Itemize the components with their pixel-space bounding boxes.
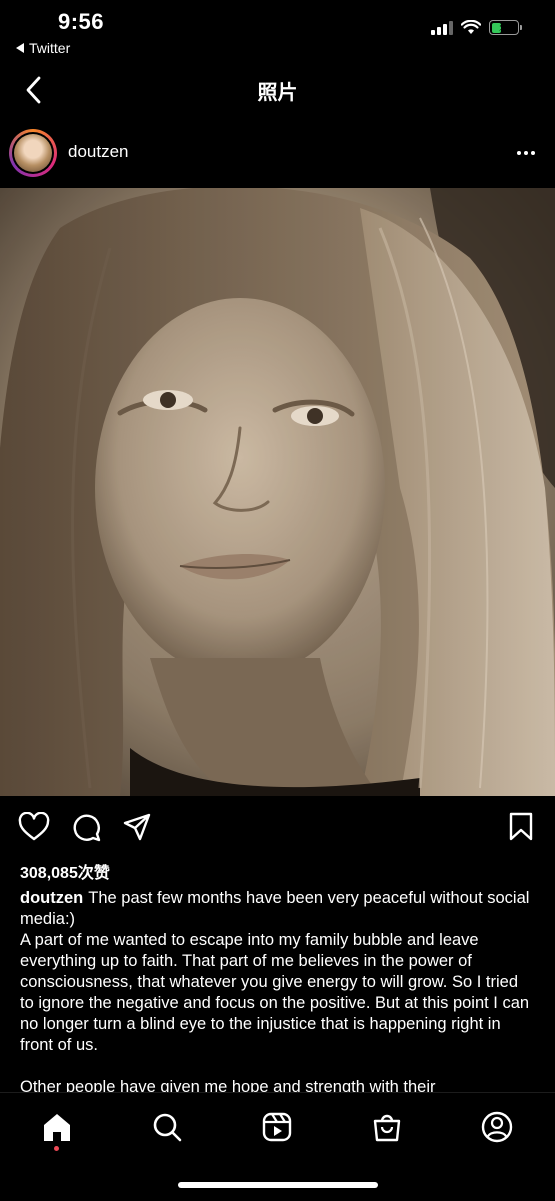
nav-bar: 照片 <box>0 62 555 118</box>
notification-dot <box>54 1146 59 1151</box>
caption-first-line: The past few months have been very peace… <box>20 889 530 928</box>
page-title: 照片 <box>257 82 298 104</box>
back-triangle-icon <box>16 43 24 53</box>
back-to-app-link[interactable]: Twitter <box>16 40 70 56</box>
sepia-selfie-photo <box>0 188 555 796</box>
reels-icon[interactable] <box>255 1105 299 1149</box>
search-icon[interactable] <box>145 1105 189 1149</box>
post-actions <box>0 808 555 848</box>
profile-icon[interactable] <box>475 1105 519 1149</box>
status-icons: ⚡ <box>431 20 522 35</box>
avatar-image <box>14 134 52 172</box>
caption-first-paragraph: doutzen The past few months have been ver… <box>20 888 535 930</box>
home-indicator <box>178 1182 378 1188</box>
post-username[interactable]: doutzen <box>68 142 129 162</box>
likes-count[interactable]: 308,085次赞 <box>20 859 110 883</box>
shop-icon[interactable] <box>365 1105 409 1149</box>
ellipsis-icon[interactable] <box>511 138 541 168</box>
caption-cut-line: Other people have given me hope and stre… <box>20 1078 436 1092</box>
home-icon[interactable] <box>35 1105 79 1149</box>
back-app-label: Twitter <box>29 40 71 56</box>
status-bar: 9:56 Twitter ⚡ <box>0 0 555 62</box>
bookmark-icon[interactable] <box>504 810 538 844</box>
post-photo[interactable] <box>0 188 555 796</box>
caption-paragraph: A part of me wanted to escape into my fa… <box>20 931 530 1054</box>
heart-icon[interactable] <box>17 810 51 844</box>
post-header: doutzen <box>0 122 555 184</box>
post-caption: doutzen The past few months have been ver… <box>20 888 535 1092</box>
caption-username[interactable]: doutzen <box>20 889 83 907</box>
comment-icon[interactable] <box>69 810 103 844</box>
status-time: 9:56 <box>58 9 105 34</box>
charging-bolt-icon: ⚡ <box>498 20 507 34</box>
wifi-icon <box>461 20 481 34</box>
avatar[interactable] <box>9 129 57 177</box>
share-icon[interactable] <box>120 810 154 844</box>
battery-charging-icon: ⚡ <box>489 20 522 35</box>
cellular-signal-icon <box>431 20 453 35</box>
